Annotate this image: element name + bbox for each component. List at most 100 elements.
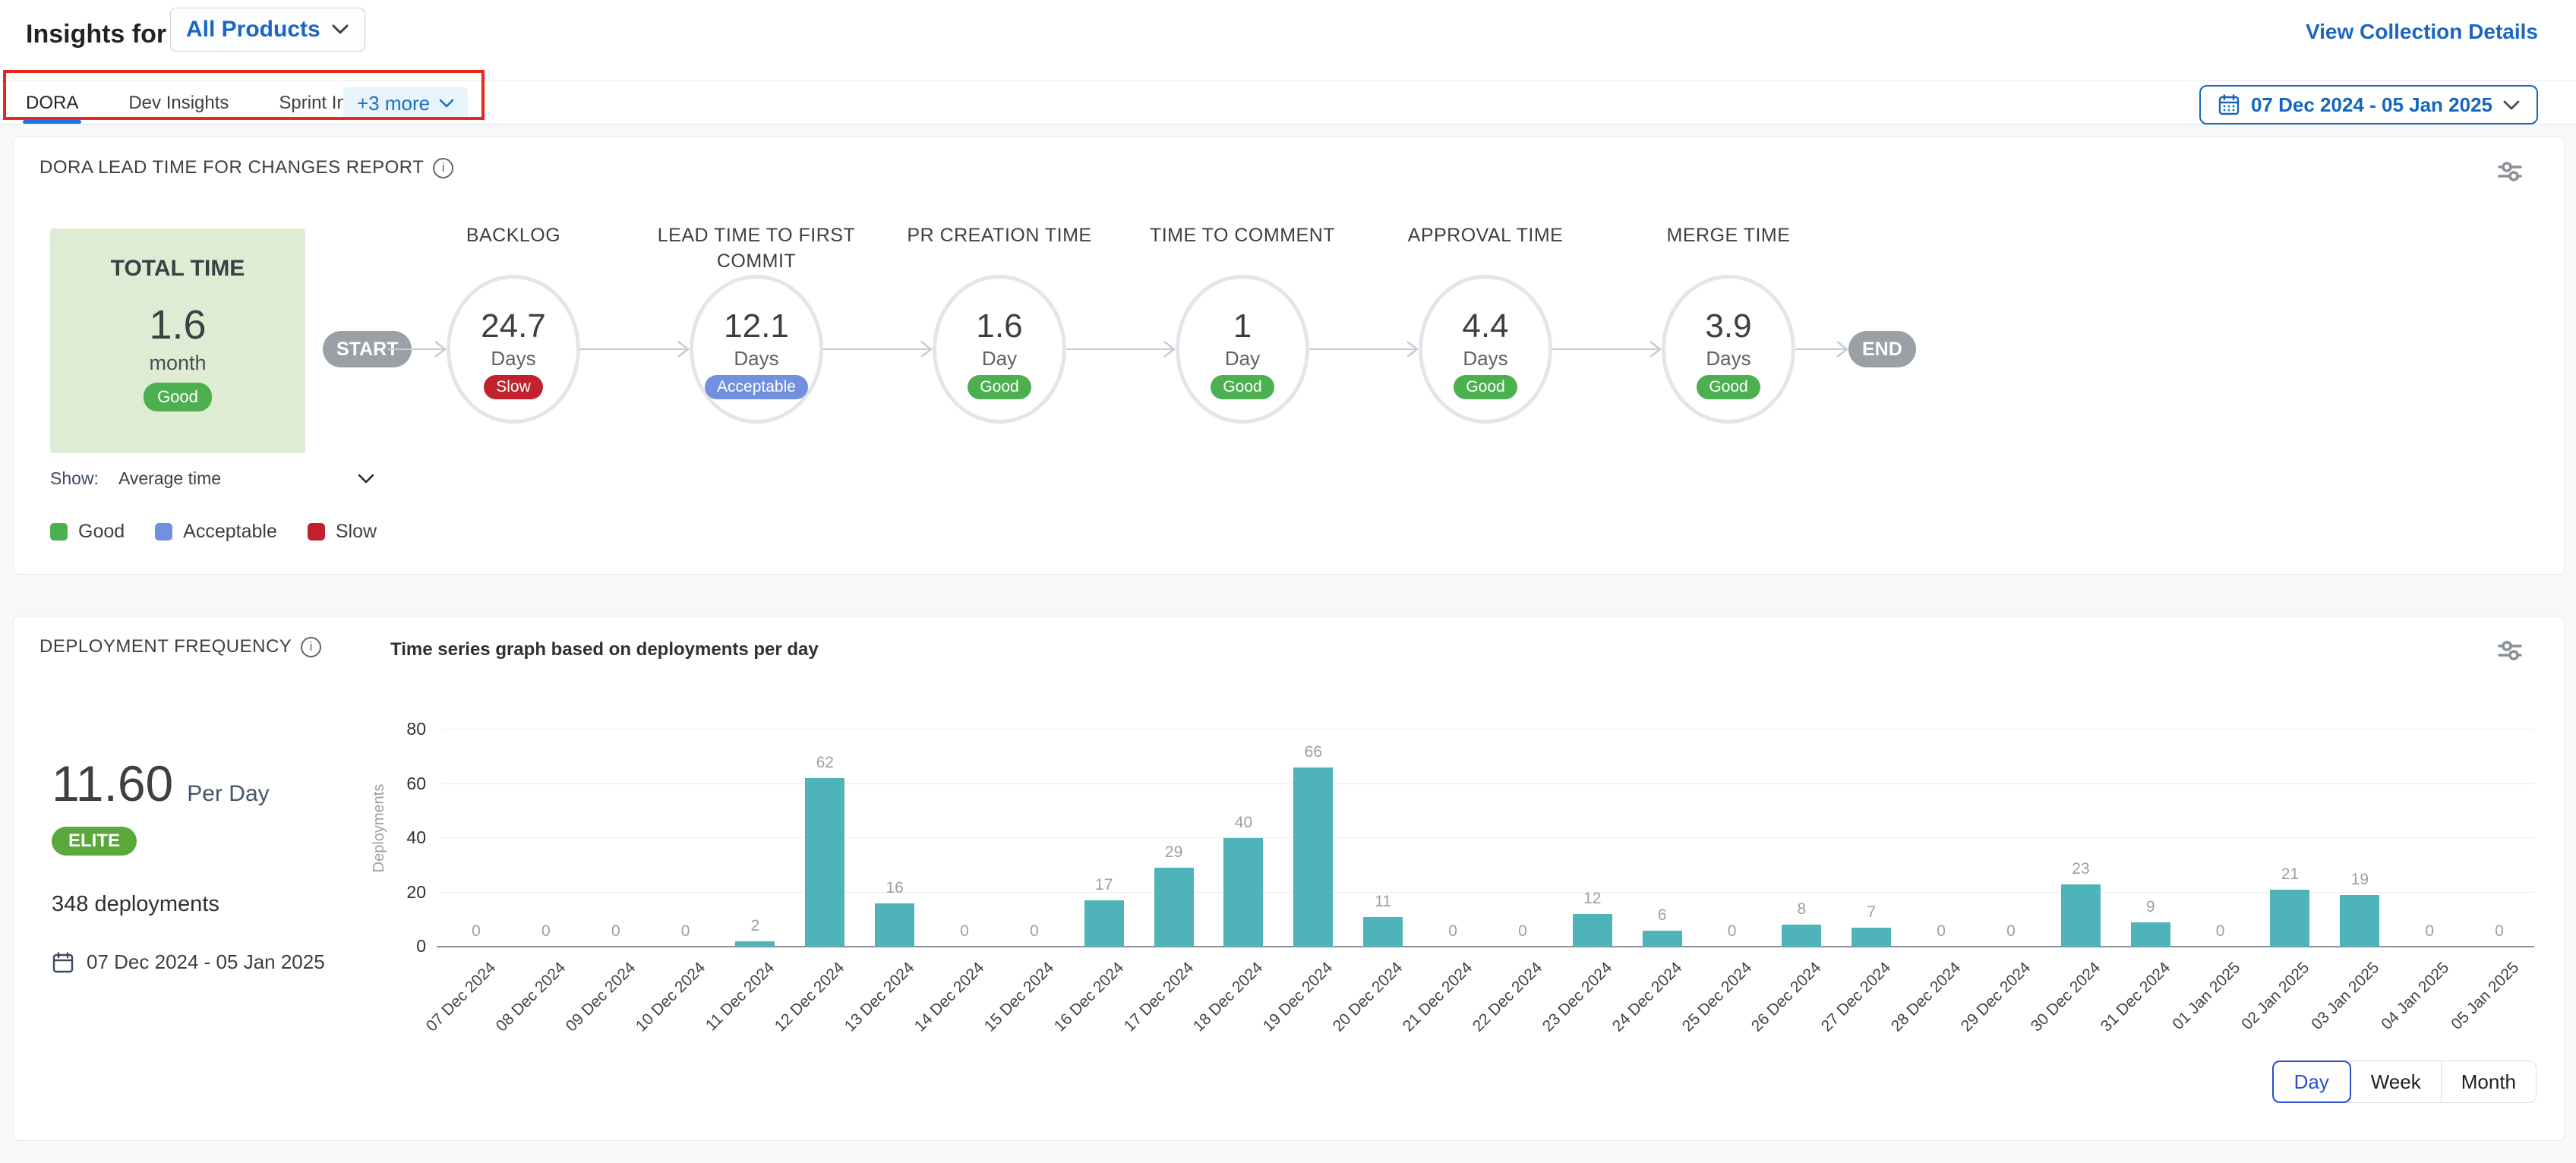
y-tick-0: 0 bbox=[377, 936, 426, 957]
chevron-down-icon bbox=[439, 99, 454, 108]
date-range-label: 07 Dec 2024 - 05 Jan 2025 bbox=[2251, 93, 2492, 117]
bar-19-Dec-2024[interactable] bbox=[1293, 767, 1333, 947]
chevron-down-icon bbox=[2503, 100, 2520, 110]
bar-11-Dec-2024[interactable] bbox=[735, 941, 775, 947]
x-tick-label: 28 Dec 2024 bbox=[1812, 959, 1965, 1111]
stage-value: 4.4 bbox=[1422, 307, 1548, 345]
stage-value: 24.7 bbox=[450, 307, 576, 345]
lead-time-title-text: DORA LEAD TIME FOR CHANGES REPORT bbox=[39, 157, 424, 178]
stage-value: 1 bbox=[1179, 307, 1305, 345]
stage-node-1[interactable]: 24.7Days Slow bbox=[447, 275, 580, 424]
product-selector[interactable]: All Products bbox=[170, 8, 365, 52]
gridline-20 bbox=[441, 892, 2534, 893]
granularity-month-button[interactable]: Month bbox=[2441, 1061, 2536, 1102]
stage-status-badge: Slow bbox=[484, 375, 543, 399]
bar-value-label: 40 bbox=[1213, 814, 1274, 832]
pipeline-arrow-2 bbox=[580, 339, 690, 359]
gridline-60 bbox=[441, 783, 2534, 784]
chart-settings-icon[interactable] bbox=[2494, 635, 2526, 670]
stage-unit: Days bbox=[450, 347, 576, 370]
bar-24-Dec-2024[interactable] bbox=[1643, 931, 1682, 947]
stage-node-6[interactable]: 3.9DaysGood bbox=[1662, 275, 1795, 424]
legend-swatch-acceptable bbox=[155, 523, 172, 541]
stage-node-2[interactable]: 12.1DaysAcceptable bbox=[690, 275, 823, 424]
bar-13-Dec-2024[interactable] bbox=[875, 903, 914, 947]
bar-20-Dec-2024[interactable] bbox=[1363, 917, 1403, 947]
granularity-toggle: DayWeekMonth bbox=[2272, 1061, 2537, 1103]
stage-node-4[interactable]: 1DayGood bbox=[1176, 275, 1309, 424]
x-tick-label: 20 Dec 2024 bbox=[1254, 959, 1406, 1111]
gridline-40 bbox=[441, 837, 2534, 838]
stage-label-5: APPROVAL TIME bbox=[1364, 222, 1607, 248]
info-icon[interactable]: i bbox=[433, 158, 453, 178]
bar-value-label: 16 bbox=[864, 879, 925, 897]
calendar-icon bbox=[2218, 93, 2240, 116]
chart-settings-icon[interactable] bbox=[2494, 156, 2526, 191]
bar-30-Dec-2024[interactable] bbox=[2061, 884, 2101, 947]
status-legend: GoodAcceptableSlow bbox=[50, 521, 377, 543]
stage-label-4: TIME TO COMMENT bbox=[1121, 222, 1364, 248]
product-selector-label: All Products bbox=[186, 17, 320, 43]
pipeline-end-node: END bbox=[1848, 331, 1916, 367]
bar-value-label: 0 bbox=[446, 922, 507, 941]
bar-26-Dec-2024[interactable] bbox=[1782, 925, 1821, 947]
bar-23-Dec-2024[interactable] bbox=[1573, 914, 1612, 947]
bar-value-label: 0 bbox=[1911, 922, 1971, 941]
lead-time-card-title: DORA LEAD TIME FOR CHANGES REPORT i bbox=[39, 157, 453, 178]
legend-item-good: Good bbox=[50, 521, 125, 543]
x-tick-label: 13 Dec 2024 bbox=[766, 959, 918, 1111]
bar-value-label: 0 bbox=[1702, 922, 1763, 941]
bar-31-Dec-2024[interactable] bbox=[2131, 922, 2170, 947]
bar-03-Jan-2025[interactable] bbox=[2340, 895, 2379, 947]
x-tick-label: 23 Dec 2024 bbox=[1463, 959, 1616, 1111]
tab-dora[interactable]: DORA bbox=[26, 81, 78, 125]
total-time-label: TOTAL TIME bbox=[50, 256, 305, 282]
y-tick-20: 20 bbox=[377, 882, 426, 903]
bar-16-Dec-2024[interactable] bbox=[1084, 900, 1124, 947]
bar-value-label: 0 bbox=[586, 922, 646, 941]
more-tabs-label: +3 more bbox=[357, 92, 430, 115]
stage-node-3[interactable]: 1.6DayGood bbox=[933, 275, 1066, 424]
info-icon[interactable]: i bbox=[301, 637, 321, 657]
x-tick-label: 25 Dec 2024 bbox=[1603, 959, 1756, 1111]
view-collection-details-link[interactable]: View Collection Details bbox=[2306, 20, 2538, 44]
stage-label-3: PR CREATION TIME bbox=[878, 222, 1121, 248]
legend-label: Good bbox=[78, 521, 125, 543]
stage-node-5[interactable]: 4.4DaysGood bbox=[1419, 275, 1552, 424]
x-tick-label: 12 Dec 2024 bbox=[696, 959, 848, 1111]
stage-unit: Day bbox=[936, 347, 1062, 370]
bar-value-label: 23 bbox=[2050, 860, 2111, 878]
page-title: Insights for bbox=[26, 20, 166, 49]
bar-02-Jan-2025[interactable] bbox=[2270, 890, 2309, 947]
deployment-count: 348 deployments bbox=[52, 892, 219, 917]
bar-value-label: 9 bbox=[2120, 898, 2181, 916]
show-label: Show: bbox=[50, 468, 99, 489]
x-tick-label: 24 Dec 2024 bbox=[1533, 959, 1686, 1111]
granularity-week-button[interactable]: Week bbox=[2350, 1061, 2441, 1102]
gridline-80 bbox=[441, 729, 2534, 730]
legend-item-slow: Slow bbox=[308, 521, 377, 543]
bar-17-Dec-2024[interactable] bbox=[1154, 868, 1194, 947]
bar-value-label: 0 bbox=[1004, 922, 1065, 941]
stage-status-badge: Acceptable bbox=[705, 375, 808, 399]
bar-12-Dec-2024[interactable] bbox=[805, 778, 844, 947]
date-range-picker[interactable]: 07 Dec 2024 - 05 Jan 2025 bbox=[2199, 85, 2538, 124]
pipeline-arrow-6 bbox=[1552, 339, 1662, 359]
more-tabs-dropdown[interactable]: +3 more bbox=[343, 87, 468, 119]
tab-dev-insights[interactable]: Dev Insights bbox=[128, 81, 229, 125]
total-time-box: TOTAL TIME 1.6 month Good bbox=[50, 229, 305, 453]
x-tick-label: 29 Dec 2024 bbox=[1882, 959, 2035, 1111]
stage-label-1: BACKLOG bbox=[392, 222, 635, 248]
deployment-date-range: 07 Dec 2024 - 05 Jan 2025 bbox=[52, 950, 325, 974]
bar-value-label: 0 bbox=[2190, 922, 2251, 941]
x-tick-label: 27 Dec 2024 bbox=[1742, 959, 1895, 1111]
x-tick-label: 01 Jan 2025 bbox=[2091, 959, 2244, 1111]
show-value: Average time bbox=[118, 468, 221, 489]
x-tick-label: 30 Dec 2024 bbox=[1952, 959, 2104, 1111]
stage-label-6: MERGE TIME bbox=[1607, 222, 1850, 248]
stage-value: 1.6 bbox=[936, 307, 1062, 345]
bar-27-Dec-2024[interactable] bbox=[1852, 928, 1891, 947]
show-metric-dropdown[interactable]: Show: Average time bbox=[50, 468, 374, 489]
granularity-day-button[interactable]: Day bbox=[2272, 1061, 2351, 1103]
bar-18-Dec-2024[interactable] bbox=[1223, 838, 1263, 947]
